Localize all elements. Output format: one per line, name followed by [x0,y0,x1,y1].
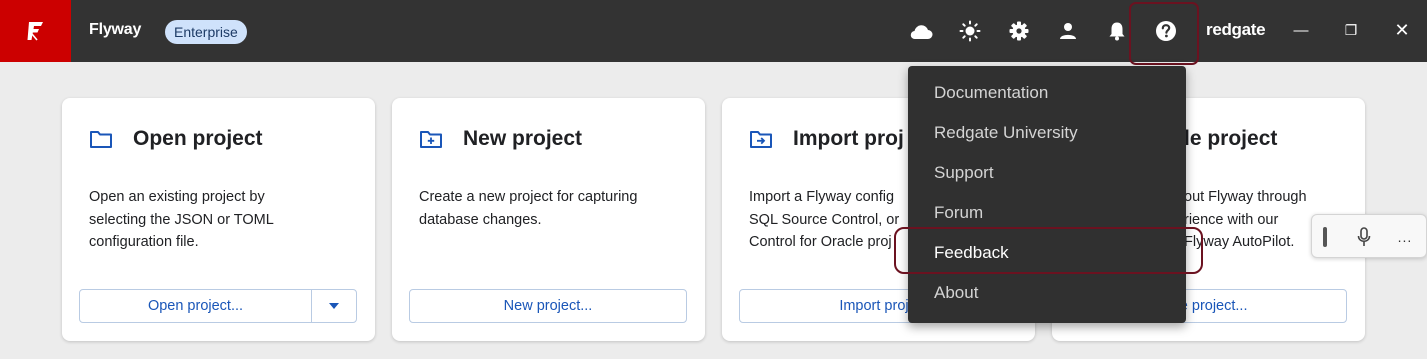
card-description: Open an existing project by selecting th… [89,186,359,254]
help-highlight-annotation [1129,2,1199,65]
floating-toolbar: ... [1311,214,1427,258]
folder-icon [90,131,112,148]
more-options-button[interactable]: ... [1392,225,1418,249]
user-icon[interactable] [1055,18,1081,44]
description-line: configuration file. [89,234,199,250]
sun-icon[interactable] [957,18,983,44]
feedback-highlight-annotation [894,227,1203,274]
drag-handle[interactable] [1323,227,1327,247]
card-description: Create a new project for capturing datab… [419,186,689,231]
new-folder-icon [420,131,442,148]
menu-item-support[interactable]: Support [908,153,1186,193]
restore-icon: ❐ [1344,21,1358,38]
description-line: database changes. [419,211,542,228]
caret-down-icon [329,303,339,309]
restore-button[interactable]: ❐ [1335,14,1367,46]
cloud-icon[interactable] [908,18,934,44]
edition-badge: Enterprise [165,20,247,44]
flyway-logo[interactable] [0,0,71,62]
description-line: Open an existing project by [89,189,265,205]
flyway-logo-icon [27,22,43,41]
bell-icon[interactable] [1104,18,1130,44]
app-title: Flyway [89,21,142,38]
open-project-card: Open project Open an existing project by… [62,98,375,341]
open-project-button[interactable]: Open project... [79,289,312,323]
minimize-icon: — [1293,21,1309,39]
card-title: New project [463,127,583,150]
close-button[interactable]: ✕ [1386,14,1418,46]
gear-icon[interactable] [1006,18,1032,44]
card-title: Open project [133,127,263,150]
card-header: Open project [89,125,263,153]
menu-item-redgate-university[interactable]: Redgate University [908,113,1186,153]
microphone-icon[interactable] [1352,225,1376,249]
card-header: le project [1184,125,1277,153]
help-dropdown-menu: Documentation Redgate University Support… [908,66,1186,323]
card-title: Import proj [793,127,904,150]
card-title: le project [1184,127,1278,150]
import-folder-icon [750,131,772,148]
description-line: Create a new project for capturing [419,189,638,205]
new-project-button[interactable]: New project... [409,289,687,323]
new-project-card: New project Create a new project for cap… [392,98,705,341]
top-bar: Flyway Enterprise redgate — ❐ ✕ [0,0,1427,62]
description-line: selecting the JSON or TOML [89,211,274,228]
open-project-dropdown-button[interactable] [311,289,357,323]
menu-item-about[interactable]: About [908,273,1186,313]
card-header: New project [419,125,582,153]
card-header: Import proj [749,125,904,153]
redgate-brand: redgate [1206,20,1266,39]
close-icon: ✕ [1394,19,1410,40]
menu-item-documentation[interactable]: Documentation [908,73,1186,113]
minimize-button[interactable]: — [1285,14,1317,46]
description-line: out Flyway through [1184,189,1307,205]
